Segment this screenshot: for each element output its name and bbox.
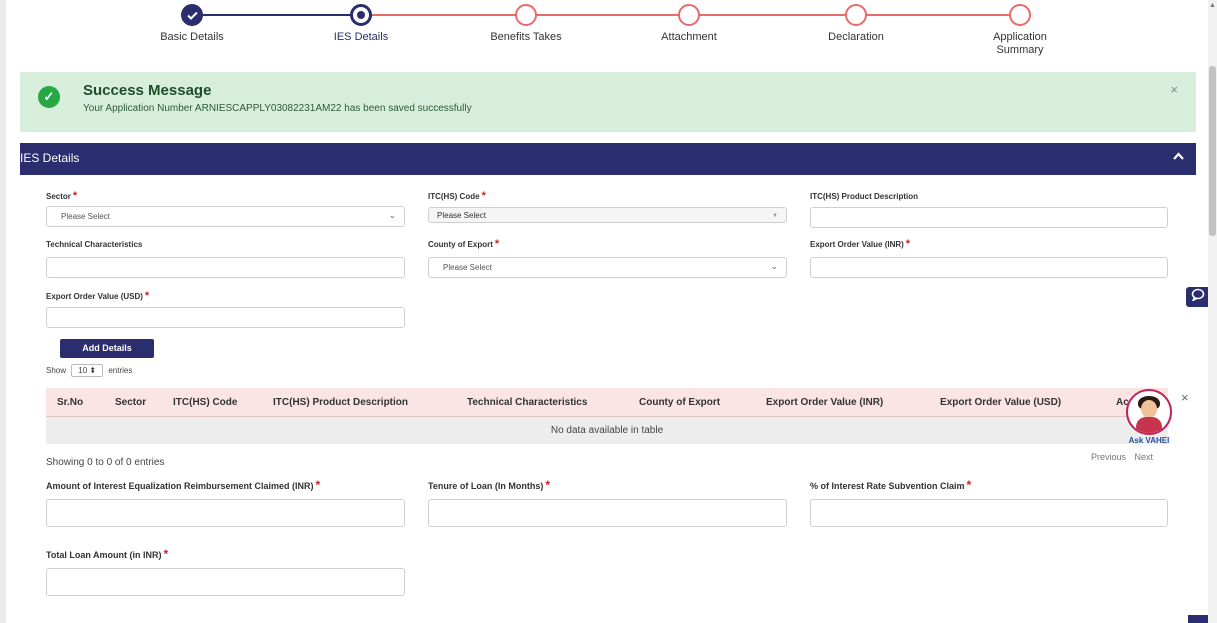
tech-input[interactable] bbox=[46, 257, 405, 278]
column-header[interactable]: Technical Characteristics bbox=[467, 397, 587, 408]
rate-label: % of Interest Rate Subvention Claim * bbox=[810, 478, 972, 492]
column-header[interactable]: ITC(HS) Code bbox=[173, 397, 237, 408]
step-label: IES Details bbox=[333, 31, 389, 43]
caret-down-icon: ▼ bbox=[772, 213, 778, 219]
corner-widget[interactable] bbox=[1188, 615, 1210, 623]
alert-title: Success Message bbox=[83, 82, 212, 99]
show-entries: Show 10 ⬍ entries bbox=[46, 364, 133, 377]
column-header[interactable]: Export Order Value (USD) bbox=[940, 397, 1061, 408]
itc-desc-input[interactable] bbox=[810, 207, 1168, 228]
step-declaration[interactable]: Declaration bbox=[786, 4, 926, 44]
ask-vahei-assistant[interactable]: Ask VAHEI bbox=[1125, 389, 1173, 451]
inr-label: Export Order Value (INR) * bbox=[810, 238, 911, 250]
add-details-button[interactable]: Add Details bbox=[60, 339, 154, 358]
column-header[interactable]: ITC(HS) Product Description bbox=[273, 397, 408, 408]
itc-code-select[interactable]: Please Select ▼ bbox=[428, 207, 787, 223]
column-header[interactable]: Export Order Value (INR) bbox=[766, 397, 883, 408]
step-label: Attachment bbox=[661, 31, 717, 43]
total-label: Total Loan Amount (in INR) * bbox=[46, 547, 169, 561]
next-page-button[interactable]: Next bbox=[1135, 452, 1154, 462]
success-check-icon: ✓ bbox=[38, 86, 60, 108]
check-icon bbox=[181, 4, 203, 26]
usd-input[interactable] bbox=[46, 307, 405, 328]
step-label: Application Summary bbox=[993, 31, 1047, 56]
chevron-down-icon: ⌄ bbox=[388, 210, 396, 220]
step-ies-details[interactable]: IES Details bbox=[291, 4, 431, 44]
assistant-close-icon[interactable]: × bbox=[1181, 390, 1189, 405]
table-info: Showing 0 to 0 of 0 entries bbox=[46, 457, 165, 468]
county-label: County of Export * bbox=[428, 238, 500, 250]
ies-details-panel-header[interactable]: IES Details bbox=[20, 143, 1196, 175]
step-label: Basic Details bbox=[160, 31, 224, 43]
total-input[interactable] bbox=[46, 568, 405, 596]
progress-stepper: Basic Details IES Details Benefits Takes… bbox=[0, 0, 1217, 70]
sector-label: Sector * bbox=[46, 190, 78, 202]
step-pending-icon bbox=[1009, 4, 1031, 26]
itc-code-label: ITC(HS) Code * bbox=[428, 190, 486, 202]
panel-title: IES Details bbox=[20, 151, 80, 165]
assistant-avatar bbox=[1126, 389, 1172, 435]
success-alert: ✓ Success Message Your Application Numbe… bbox=[20, 72, 1196, 132]
page-scrollbar[interactable]: ▲ bbox=[1208, 0, 1217, 623]
column-header[interactable]: County of Export bbox=[639, 397, 720, 408]
tech-label: Technical Characteristics bbox=[46, 240, 143, 249]
claim-input[interactable] bbox=[46, 499, 405, 527]
inr-input[interactable] bbox=[810, 257, 1168, 278]
rate-input[interactable] bbox=[810, 499, 1168, 527]
page-edge bbox=[0, 0, 6, 623]
column-header[interactable]: Sector bbox=[115, 397, 146, 408]
step-basic-details[interactable]: Basic Details bbox=[122, 4, 262, 44]
itc-code-placeholder: Please Select bbox=[437, 211, 486, 220]
step-pending-icon bbox=[845, 4, 867, 26]
step-benefits-takes[interactable]: Benefits Takes bbox=[456, 4, 596, 44]
county-select[interactable]: Please Select ⌄ bbox=[428, 257, 787, 278]
step-attachment[interactable]: Attachment bbox=[619, 4, 759, 44]
step-active-icon bbox=[350, 4, 372, 26]
claim-label: Amount of Interest Equalization Reimburs… bbox=[46, 478, 321, 492]
chevron-down-icon: ⌄ bbox=[770, 261, 778, 271]
tenure-input[interactable] bbox=[428, 499, 787, 527]
step-pending-icon bbox=[678, 4, 700, 26]
sort-arrows-icon: ⬍ bbox=[89, 366, 97, 375]
sector-select[interactable]: Please Select ⌄ bbox=[46, 206, 405, 227]
chevron-up-icon[interactable] bbox=[1173, 149, 1184, 163]
column-header[interactable]: Sr.No bbox=[57, 397, 83, 408]
pagination: Previous Next bbox=[1091, 452, 1159, 462]
assistant-name: Ask VAHEI bbox=[1128, 436, 1170, 445]
sector-placeholder: Please Select bbox=[61, 212, 110, 221]
step-pending-icon bbox=[515, 4, 537, 26]
itc-desc-label: ITC(HS) Product Description bbox=[810, 192, 919, 201]
alert-close-icon[interactable]: × bbox=[1170, 82, 1178, 97]
step-label: Benefits Takes bbox=[490, 31, 562, 43]
table-header: Sr.No Sector ITC(HS) Code ITC(HS) Produc… bbox=[46, 388, 1168, 417]
alert-message: Your Application Number ARNIESCAPPLY0308… bbox=[83, 103, 472, 114]
chat-bubble-icon[interactable] bbox=[1186, 287, 1210, 307]
tenure-label: Tenure of Loan (In Months) * bbox=[428, 478, 550, 492]
scroll-up-icon[interactable]: ▲ bbox=[1209, 2, 1216, 9]
usd-label: Export Order Value (USD) * bbox=[46, 290, 150, 302]
scrollbar-thumb[interactable] bbox=[1209, 66, 1216, 236]
step-application-summary[interactable]: Application Summary bbox=[950, 4, 1090, 57]
previous-page-button[interactable]: Previous bbox=[1091, 452, 1126, 462]
table-empty-row: No data available in table bbox=[46, 417, 1168, 444]
county-placeholder: Please Select bbox=[443, 263, 492, 272]
entries-select[interactable]: 10 ⬍ bbox=[71, 364, 104, 377]
step-label: Declaration bbox=[828, 31, 884, 43]
